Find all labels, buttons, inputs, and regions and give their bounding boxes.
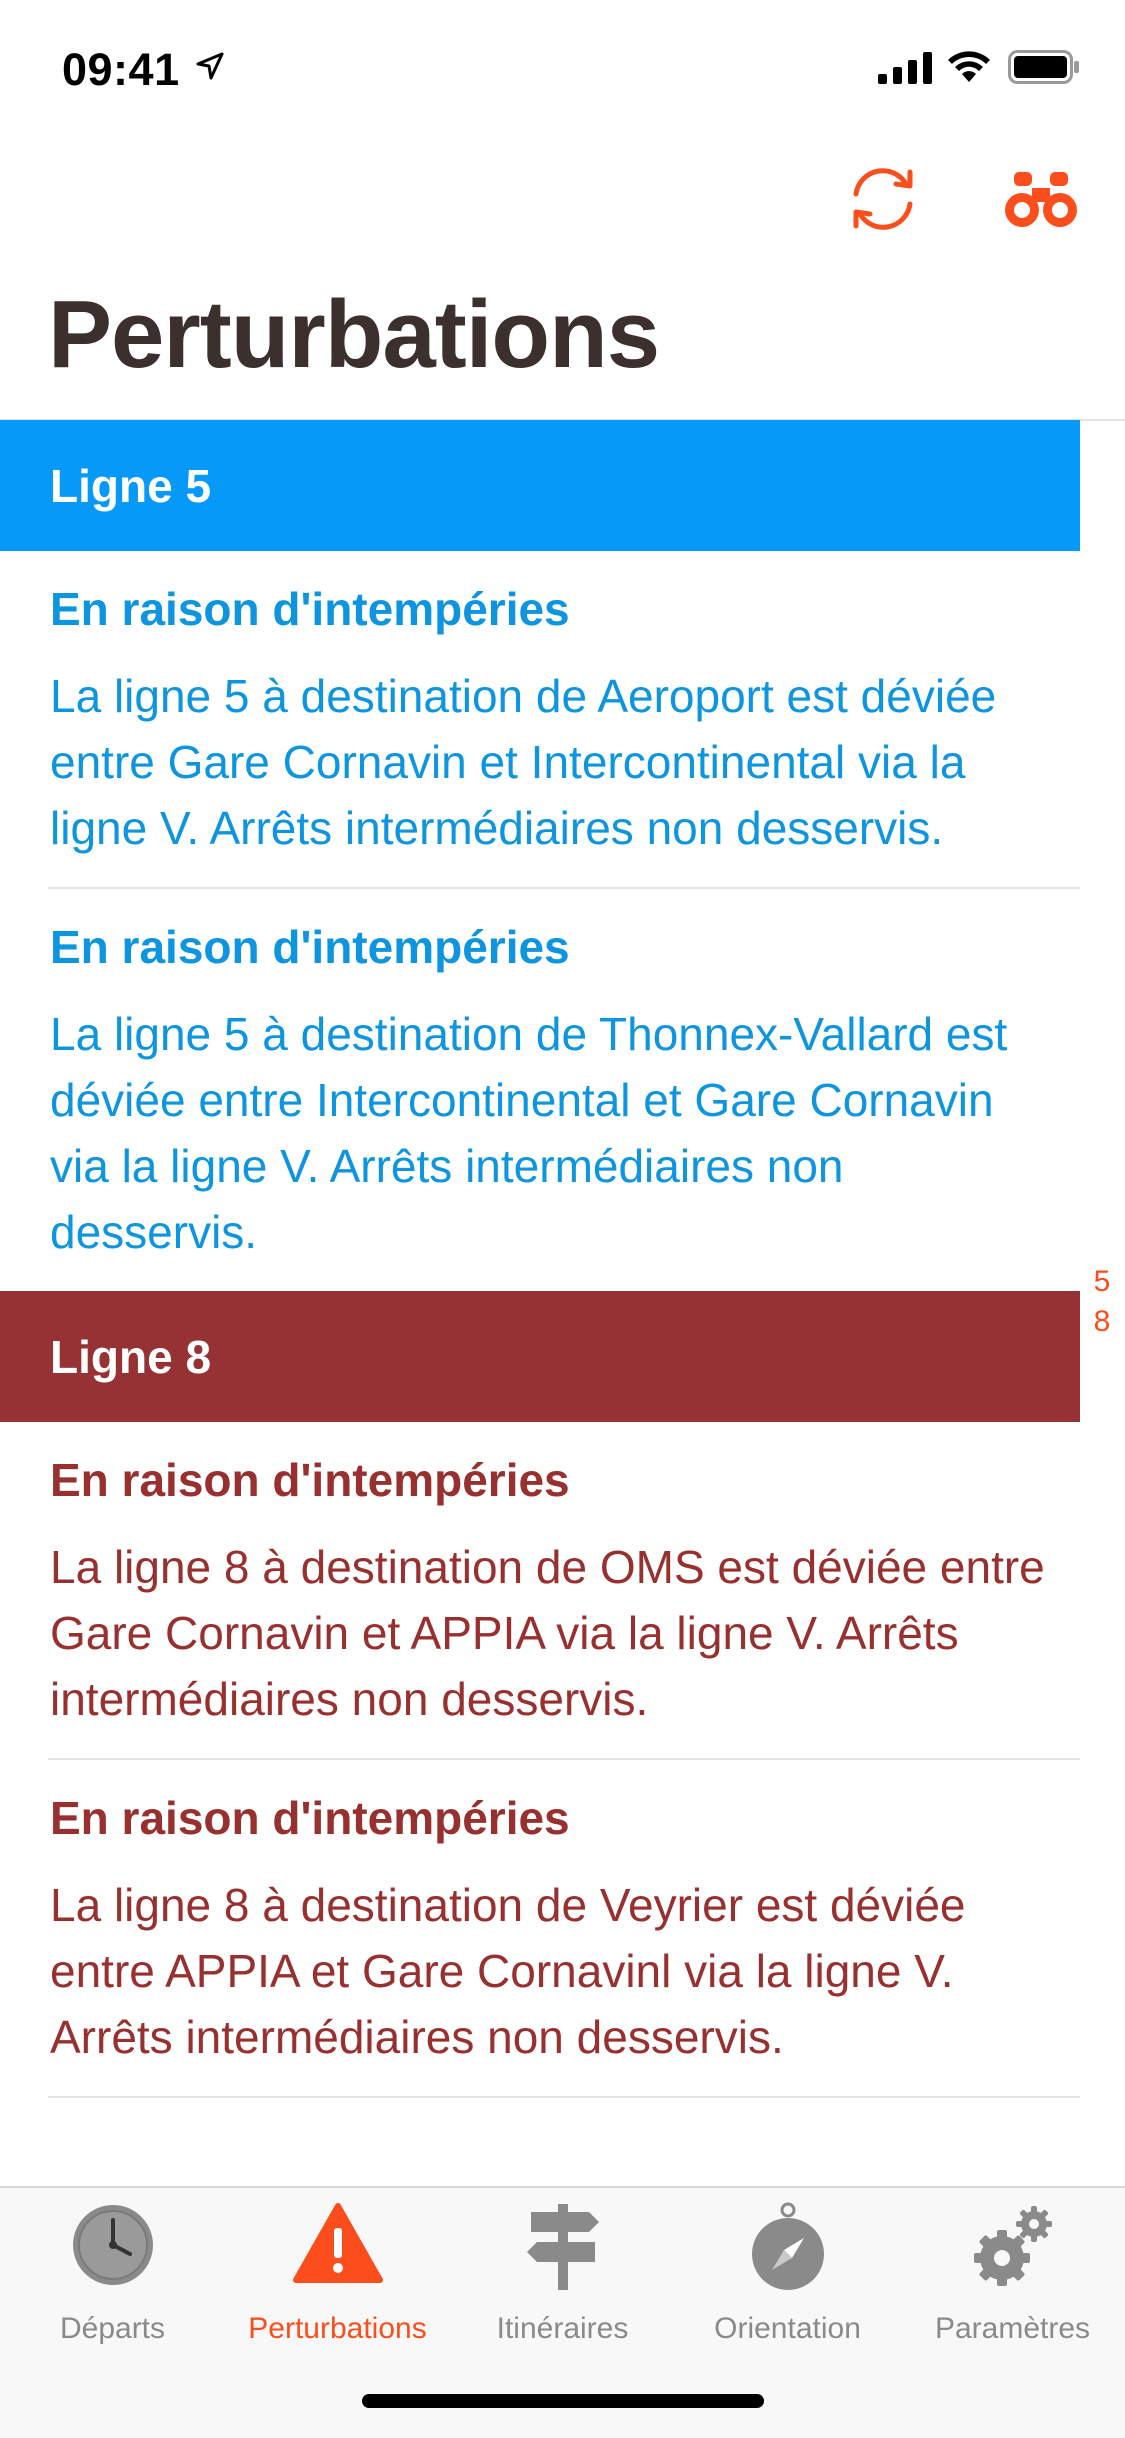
status-bar: 09:41 <box>0 0 1125 132</box>
tab-orientation[interactable]: Orientation <box>675 2188 900 2345</box>
item-title: En raison d'intempéries <box>50 583 570 635</box>
section-line-5: Ligne 5 En raison d'intempéries La ligne… <box>0 420 1080 1291</box>
section-header-line-5: Ligne 5 <box>0 420 1080 551</box>
clock-icon <box>72 2205 153 2285</box>
tab-label: Perturbations <box>248 2312 427 2345</box>
location-arrow-icon <box>196 52 224 80</box>
compass-icon <box>751 2202 824 2290</box>
tab-label: Itinéraires <box>496 2312 629 2345</box>
tab-label: Départs <box>59 2312 166 2345</box>
section-index[interactable]: 5 8 <box>1090 1262 1114 1342</box>
divider <box>48 2096 1080 2098</box>
tab-perturbations[interactable]: Perturbations <box>225 2188 450 2345</box>
status-time: 09:41 <box>62 44 180 95</box>
signpost-icon <box>526 2204 599 2290</box>
section-line-8: Ligne 8 En raison d'intempéries La ligne… <box>0 1291 1080 2098</box>
tab-parametres[interactable]: Paramètres <box>900 2188 1125 2345</box>
item-title: En raison d'intempéries <box>50 921 570 973</box>
binoculars-button[interactable] <box>1004 170 1078 230</box>
list-item[interactable]: En raison d'intempéries La ligne 5 à des… <box>48 551 1080 887</box>
binoculars-icon <box>1005 172 1077 227</box>
warning-icon <box>292 2203 383 2283</box>
page-title: Perturbations <box>48 281 660 388</box>
section-header-line-8: Ligne 8 <box>0 1291 1080 1422</box>
item-text: La ligne 8 à destination de Veyrier est … <box>50 1879 966 2063</box>
tab-label: Paramètres <box>934 2312 1091 2345</box>
battery-icon <box>1008 50 1079 84</box>
gears-icon <box>973 2206 1052 2286</box>
tab-label: Orientation <box>714 2312 861 2345</box>
item-text: La ligne 5 à destination de Thonnex-Vall… <box>50 1008 1008 1258</box>
item-title: En raison d'intempéries <box>50 1454 570 1506</box>
list-item[interactable]: En raison d'intempéries La ligne 5 à des… <box>48 889 1080 1291</box>
item-text: La ligne 5 à destination de Aeroport est… <box>50 670 997 854</box>
item-title: En raison d'intempéries <box>50 1792 570 1844</box>
wifi-icon <box>948 51 990 82</box>
section-index-item[interactable]: 8 <box>1090 1302 1114 1342</box>
tab-departs[interactable]: Départs <box>0 2188 225 2345</box>
list-item[interactable]: En raison d'intempéries La ligne 8 à des… <box>48 1760 1080 2096</box>
refresh-icon <box>853 168 913 230</box>
item-text: La ligne 8 à destination de OMS est dévi… <box>50 1541 1045 1725</box>
cellular-signal-icon <box>878 52 932 84</box>
list-item[interactable]: En raison d'intempéries La ligne 8 à des… <box>48 1422 1080 1758</box>
home-indicator[interactable] <box>362 2394 764 2408</box>
section-index-item[interactable]: 5 <box>1090 1262 1114 1302</box>
refresh-button[interactable] <box>846 164 920 234</box>
perturbations-list[interactable]: Ligne 5 En raison d'intempéries La ligne… <box>0 420 1080 2098</box>
tab-itineraires[interactable]: Itinéraires <box>450 2188 675 2345</box>
